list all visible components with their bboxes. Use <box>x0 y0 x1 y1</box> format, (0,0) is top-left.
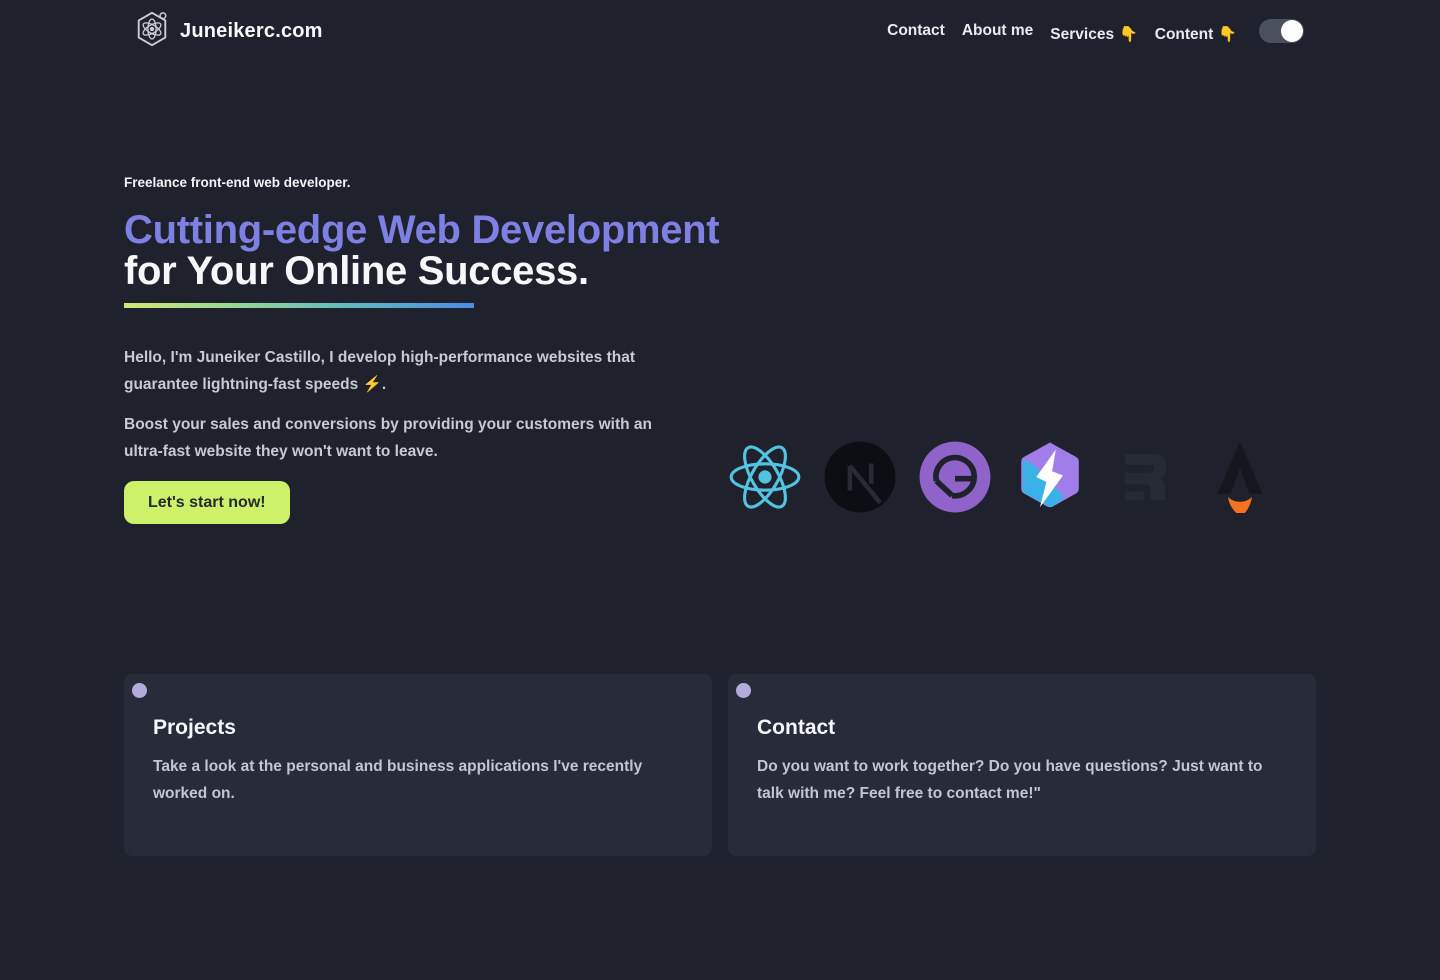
nav-services[interactable]: Services 👇 <box>1050 26 1137 44</box>
nav-content-label: Content <box>1155 26 1214 44</box>
header: Juneikerc.com Contact About me Services … <box>0 0 1440 62</box>
theme-toggle[interactable] <box>1259 19 1304 43</box>
nav-services-label: Services <box>1050 26 1114 44</box>
contact-card-description: Do you want to work together? Do you hav… <box>757 753 1287 807</box>
nav-about-me-label: About me <box>962 22 1033 40</box>
astro-logo-icon <box>1204 441 1276 513</box>
contact-card[interactable]: Contact Do you want to work together? Do… <box>728 674 1316 856</box>
gradient-underline <box>124 303 474 308</box>
page: Juneikerc.com Contact About me Services … <box>0 0 1440 980</box>
nav-content[interactable]: Content 👇 <box>1155 26 1237 44</box>
gatsby-logo-icon <box>919 441 991 513</box>
main-nav: Contact About me Services 👇 Content 👇 <box>887 19 1304 44</box>
brand-name: Juneikerc.com <box>180 20 323 43</box>
hero-title-line2: for Your Online Success. <box>124 249 589 293</box>
hero-title-line1: Cutting-edge Web Development <box>124 208 719 252</box>
card-dot-icon <box>132 683 147 698</box>
cta-button[interactable]: Let's start now! <box>124 481 290 524</box>
link-cards: Projects Take a look at the personal and… <box>124 674 1316 856</box>
hero-title: Cutting-edge Web Development for Your On… <box>124 210 719 292</box>
remix-logo-icon <box>1109 441 1181 513</box>
projects-card-title: Projects <box>153 716 712 740</box>
point-down-icon: 👇 <box>1218 27 1237 42</box>
hero-tagline: Freelance front-end web developer. <box>124 175 351 190</box>
brand-link[interactable]: Juneikerc.com <box>133 10 323 53</box>
projects-card-description: Take a look at the personal and business… <box>153 753 683 807</box>
nextjs-logo-icon <box>824 441 896 513</box>
react-logo-icon <box>729 441 801 513</box>
theme-toggle-knob <box>1281 20 1303 42</box>
qwik-logo-icon <box>1014 441 1086 513</box>
point-down-icon: 👇 <box>1119 27 1138 42</box>
nav-contact[interactable]: Contact <box>887 22 945 40</box>
nav-contact-label: Contact <box>887 22 945 40</box>
card-dot-icon <box>736 683 751 698</box>
hero-paragraph-2: Boost your sales and conversions by prov… <box>124 412 664 465</box>
nav-about-me[interactable]: About me <box>962 22 1033 40</box>
hero-paragraph-1: Hello, I'm Juneiker Castillo, I develop … <box>124 345 664 398</box>
contact-card-title: Contact <box>757 716 1316 740</box>
tech-logos <box>729 441 1276 513</box>
brand-logo-icon <box>133 10 171 53</box>
projects-card[interactable]: Projects Take a look at the personal and… <box>124 674 712 856</box>
